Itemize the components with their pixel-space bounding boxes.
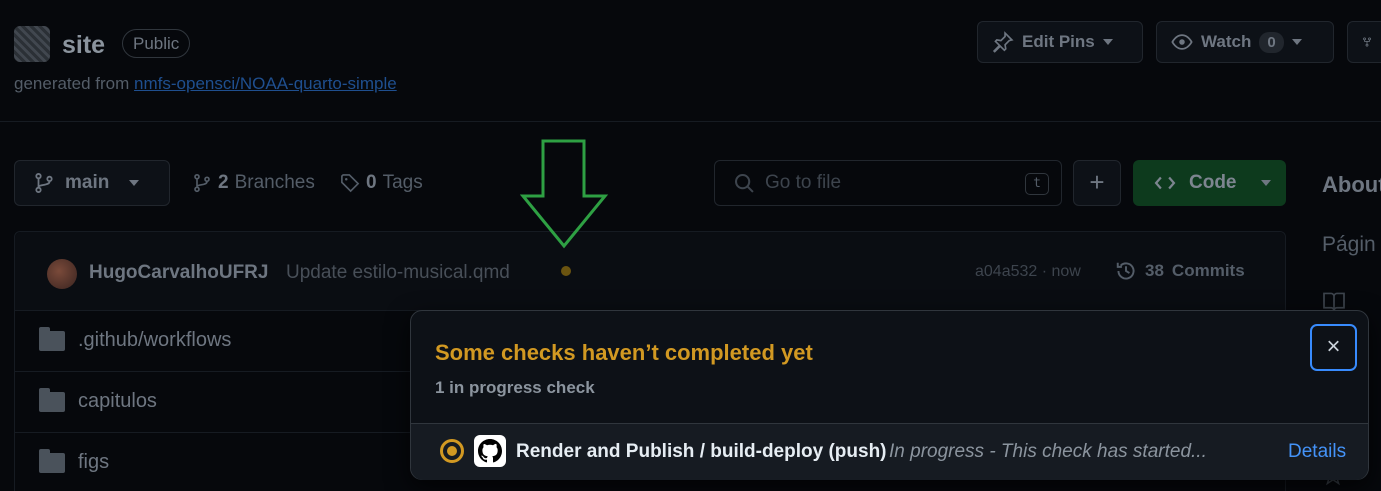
chevron-down-icon [1260, 180, 1271, 186]
commits-history-link[interactable]: 38 Commits [1115, 260, 1245, 282]
latest-commit-row: HugoCarvalhoUFRJ Update estilo-musical.q… [15, 232, 1285, 311]
branch-icon [194, 173, 210, 193]
commit-author[interactable]: HugoCarvalhoUFRJ [89, 262, 268, 284]
watch-label: Watch [1201, 32, 1252, 51]
fork-icon [1363, 37, 1371, 47]
tags-count: 0 [366, 172, 377, 193]
go-to-file-input[interactable]: Go to file t [714, 160, 1062, 206]
folder-icon [39, 327, 65, 351]
history-icon [1116, 262, 1135, 280]
commit-message[interactable]: Update estilo-musical.qmd [286, 262, 510, 284]
check-run-name: Render and Publish / build-deploy (push) [516, 441, 887, 462]
folder-icon [39, 388, 65, 412]
tags-label: Tags [382, 172, 423, 193]
search-icon [734, 173, 754, 193]
in-progress-icon [440, 439, 464, 463]
file-name[interactable]: capitulos [78, 390, 157, 413]
check-run-status: In progress - This check has started... [889, 441, 1207, 462]
branches-count: 2 [218, 172, 229, 193]
watch-button[interactable]: Watch 0 [1156, 21, 1334, 63]
watch-count: 0 [1259, 31, 1284, 53]
template-repo-link[interactable]: nmfs-opensci/NOAA-quarto-simple [134, 74, 397, 93]
visibility-badge: Public [122, 29, 191, 58]
code-label: Code [1189, 172, 1237, 193]
commits-label: Commits [1171, 261, 1245, 280]
keyboard-shortcut-hint: t [1025, 173, 1049, 195]
check-details-link[interactable]: Details [1288, 441, 1346, 463]
annotation-arrow-icon [520, 139, 609, 249]
checks-popover-title: Some checks haven’t completed yet [435, 340, 813, 365]
repo-owner-avatar[interactable] [14, 26, 50, 62]
add-file-button[interactable]: + [1073, 160, 1121, 206]
fork-button[interactable] [1347, 21, 1381, 63]
search-placeholder: Go to file [765, 172, 842, 193]
commits-count: 38 [1145, 261, 1164, 280]
chevron-down-icon [1291, 39, 1302, 45]
file-name[interactable]: figs [78, 451, 109, 474]
edit-pins-button[interactable]: Edit Pins [977, 21, 1143, 63]
pin-icon [992, 31, 1014, 53]
tags-link[interactable]: 0 Tags [340, 172, 423, 194]
repo-name[interactable]: site [62, 31, 105, 60]
close-popover-button[interactable]: × [1310, 324, 1357, 371]
book-icon [1323, 292, 1345, 311]
about-description: Págin [1322, 233, 1376, 256]
generated-from-label: generated from [14, 74, 130, 93]
chevron-down-icon [129, 180, 140, 186]
eye-icon [1171, 34, 1193, 50]
about-heading: About [1322, 172, 1381, 197]
header-divider [0, 121, 1381, 122]
github-logo-icon [474, 435, 506, 467]
tag-icon [341, 174, 360, 193]
generated-from-text: generated from nmfs-opensci/NOAA-quarto-… [14, 74, 397, 94]
chevron-down-icon [1102, 39, 1113, 45]
code-button[interactable]: Code [1133, 160, 1286, 206]
branches-link[interactable]: 2 Branches [192, 172, 315, 194]
file-name[interactable]: .github/workflows [78, 329, 231, 352]
author-avatar[interactable] [47, 259, 77, 289]
code-icon [1154, 176, 1176, 190]
check-run-row: Render and Publish / build-deploy (push)… [411, 424, 1368, 480]
branch-icon [35, 173, 53, 193]
folder-icon [39, 449, 65, 473]
checks-popover-subtitle: 1 in progress check [435, 378, 595, 397]
commit-sha-time[interactable]: a04a532 · now [975, 263, 1081, 281]
checks-popover: Some checks haven’t completed yet 1 in p… [410, 310, 1369, 480]
branches-label: Branches [234, 172, 315, 193]
branch-name: main [65, 172, 110, 193]
branch-select-button[interactable]: main [14, 160, 170, 206]
edit-pins-label: Edit Pins [1022, 32, 1095, 51]
checks-status-dot[interactable] [561, 266, 571, 276]
